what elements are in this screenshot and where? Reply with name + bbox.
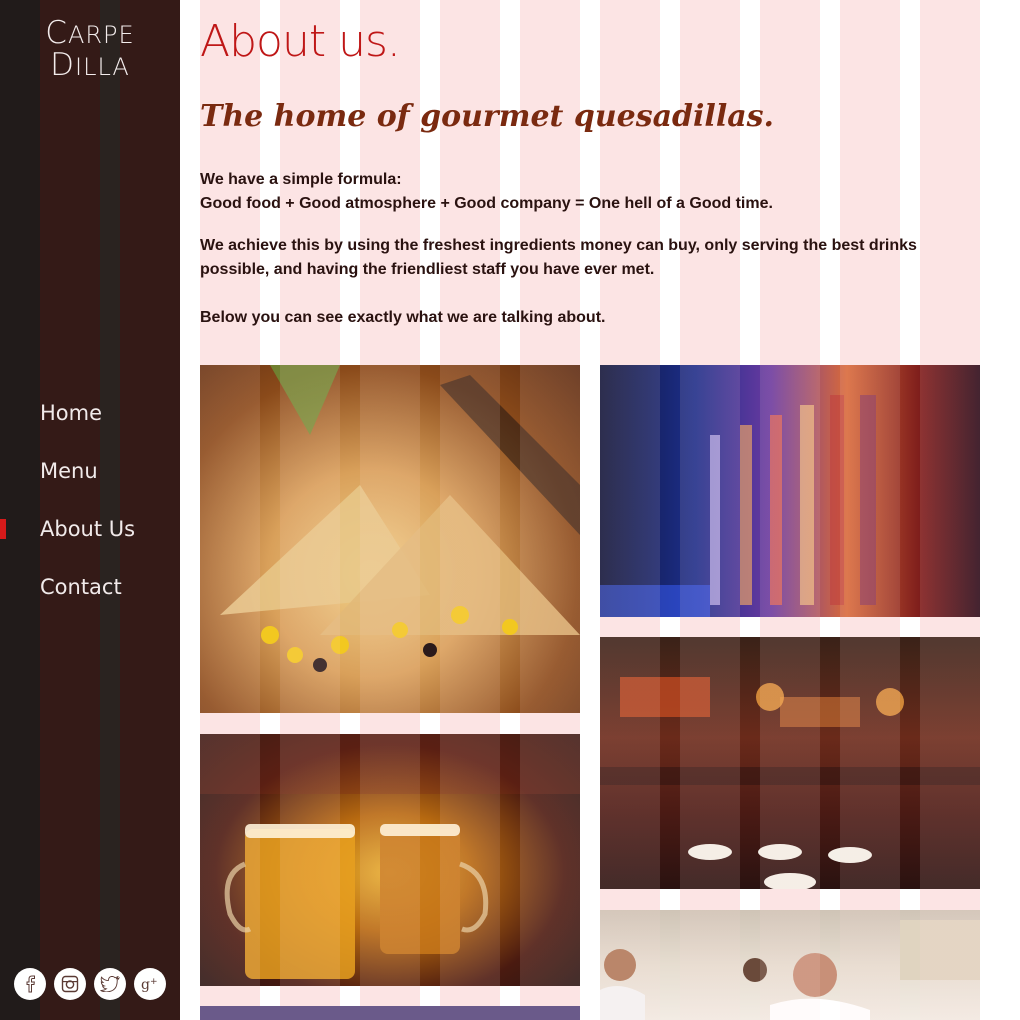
formula-intro: We have a simple formula: (200, 171, 402, 188)
intro-paragraph: We have a simple formula: Good food + Go… (200, 168, 980, 216)
svg-text:g: g (141, 977, 150, 993)
logo-line1-initial: C (45, 15, 68, 51)
main-content: About us. The home of gourmet quesadilla… (180, 0, 1020, 1020)
bar-bottles-photo (600, 365, 980, 617)
tagline: The home of gourmet quesadillas. (200, 99, 774, 134)
kitchen-staff-photo (600, 910, 980, 1020)
nav-item-home[interactable]: Home (0, 390, 180, 448)
svg-text:+: + (150, 977, 158, 987)
nav-item-contact[interactable]: Contact (0, 564, 180, 622)
quesadilla-photo (200, 365, 580, 713)
nav-item-menu[interactable]: Menu (0, 448, 180, 506)
page-title: About us. (200, 16, 401, 67)
formula-text: Good food + Good atmosphere + Good compa… (200, 195, 773, 212)
logo-line1-rest: ARPE (67, 21, 135, 49)
next-gallery-photo (200, 1006, 580, 1020)
instagram-icon[interactable] (54, 968, 86, 1000)
beer-mugs-photo (200, 734, 580, 986)
twitter-icon[interactable] (94, 968, 126, 1000)
logo-line2-rest: ILLA (75, 53, 130, 81)
nav-item-label: Menu (40, 459, 98, 483)
main-nav: Home Menu About Us Contact (0, 390, 180, 622)
logo[interactable]: CARPE DILLA (0, 18, 180, 82)
nav-item-label: Home (40, 401, 103, 425)
logo-line2-initial: D (50, 47, 76, 83)
nav-item-about-us[interactable]: About Us (0, 506, 180, 564)
social-links: g + (14, 968, 174, 1002)
facebook-icon[interactable] (14, 968, 46, 1000)
sidebar: CARPE DILLA Home Menu About Us Contact g… (0, 0, 180, 1020)
google-plus-icon[interactable]: g + (134, 968, 166, 1000)
approach-paragraph: We achieve this by using the freshest in… (200, 237, 917, 278)
gallery-intro-paragraph: Below you can see exactly what we are ta… (200, 309, 606, 326)
nav-item-label: About Us (40, 517, 136, 541)
active-nav-marker (0, 519, 6, 539)
dining-room-photo (600, 637, 980, 889)
nav-item-label: Contact (40, 575, 122, 599)
